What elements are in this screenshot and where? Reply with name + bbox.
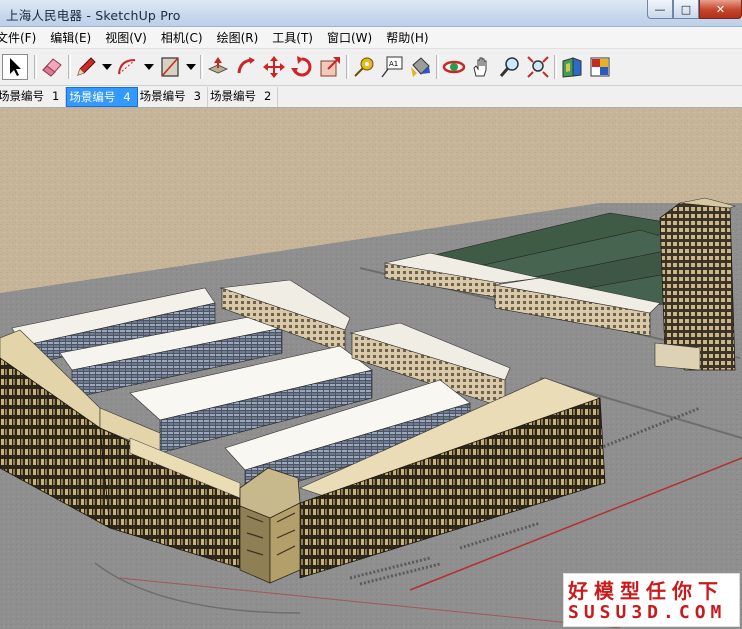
scene-tab-bar: 场景编号 1 场景编号 4 场景编号 3 场景编号 2 — [0, 86, 742, 108]
minimize-icon: — — [654, 2, 666, 16]
pencil-icon — [77, 57, 96, 76]
menu-camera[interactable]: 相机(C) — [154, 28, 210, 48]
scene-tab-number: 4 — [123, 90, 131, 104]
pan-icon — [473, 57, 487, 77]
toolbar-separator — [198, 53, 204, 81]
model-viewport[interactable] — [0, 108, 742, 629]
push-pull-tool-button[interactable] — [204, 52, 232, 82]
scene-tab-label: 场景编号 — [69, 90, 116, 104]
scale-tool-button[interactable] — [316, 52, 344, 82]
zoom-tool-button[interactable] — [496, 52, 524, 82]
corner-atrium — [239, 467, 301, 584]
office-tower — [654, 197, 736, 371]
move-icon — [263, 56, 285, 78]
rectangle-icon — [161, 57, 179, 77]
orbit-tool-button[interactable] — [440, 52, 468, 82]
scene-tab-label: 场景编号 — [209, 89, 256, 103]
orbit-icon — [442, 60, 466, 74]
menu-help[interactable]: 帮助(H) — [379, 28, 435, 48]
menu-bar: 文件(F) 编辑(E) 视图(V) 相机(C) 绘图(R) 工具(T) 窗口(W… — [0, 27, 742, 49]
toolbar-separator — [32, 53, 38, 81]
toolbar-separator — [434, 53, 440, 81]
sketchup-window: 上海人民电器 - SketchUp Pro — □ ✕ 文件(F) 编辑(E) … — [0, 0, 742, 629]
pan-tool-button[interactable] — [468, 52, 496, 82]
watermark-badge: 好模型任你下 SUSU3D.COM — [563, 573, 740, 627]
text-tool-label: A1 — [389, 60, 398, 68]
toolbar-separator — [66, 53, 72, 81]
arc-icon — [118, 59, 136, 75]
menu-draw[interactable]: 绘图(R) — [210, 28, 266, 48]
maximize-icon: □ — [680, 2, 692, 16]
follow-me-tool-button[interactable] — [232, 52, 260, 82]
menu-view[interactable]: 视图(V) — [98, 28, 154, 48]
scene-tab-label: 场景编号 — [0, 89, 44, 103]
scene-tab-2[interactable]: 场景编号 2 — [208, 87, 279, 107]
main-toolbar: A1 — [0, 49, 742, 86]
eraser-icon — [42, 58, 62, 77]
menu-edit[interactable]: 编辑(E) — [43, 28, 98, 48]
menu-window[interactable]: 窗口(W) — [320, 28, 379, 48]
materials-tool-button[interactable] — [586, 52, 614, 82]
scale-icon — [320, 57, 340, 77]
eraser-tool-button[interactable] — [38, 52, 66, 82]
scene-tab-number: 2 — [263, 89, 272, 103]
zoom-extents-icon — [527, 56, 549, 78]
scene-tab-number: 3 — [193, 89, 201, 103]
toolbar-separator — [344, 53, 350, 81]
move-tool-button[interactable] — [260, 52, 288, 82]
window-controls: — □ ✕ — [647, 0, 742, 20]
select-tool-button[interactable] — [2, 54, 28, 80]
watermark-slogan: 好模型任你下 — [568, 579, 724, 603]
maximize-button[interactable]: □ — [673, 0, 699, 19]
chevron-down-icon — [102, 64, 112, 70]
chevron-down-icon — [186, 64, 196, 70]
pencil-tool-button[interactable] — [72, 52, 100, 82]
menu-file[interactable]: 文件(F) — [0, 28, 43, 48]
tape-measure-tool-button[interactable] — [350, 52, 378, 82]
components-icon — [562, 57, 582, 78]
scene-tab-label: 场景编号 — [139, 89, 186, 103]
menu-tools[interactable]: 工具(T) — [265, 28, 320, 48]
zoom-extents-tool-button[interactable] — [524, 52, 552, 82]
scene-tab-3[interactable]: 场景编号 3 — [138, 87, 208, 107]
paint-bucket-tool-button[interactable] — [406, 52, 434, 82]
push-pull-icon — [208, 57, 228, 74]
scene-tab-4[interactable]: 场景编号 4 — [66, 87, 138, 107]
rotate-tool-button[interactable] — [288, 52, 316, 82]
rotate-icon — [291, 56, 312, 77]
rectangle-tool-button[interactable] — [156, 52, 184, 82]
title-bar: 上海人民电器 - SketchUp Pro — □ ✕ — [0, 0, 742, 27]
follow-me-icon — [237, 57, 255, 74]
arc-tool-button[interactable] — [114, 52, 142, 82]
text-label-icon: A1 — [381, 56, 403, 78]
chevron-down-icon — [144, 64, 154, 70]
watermark-url: SUSU3D.COM — [568, 602, 727, 623]
paint-bucket-icon — [411, 57, 430, 77]
close-icon: ✕ — [715, 2, 726, 16]
text-tool-button[interactable]: A1 — [378, 52, 406, 82]
toolbar-separator — [552, 53, 558, 81]
window-title: 上海人民电器 - SketchUp Pro — [6, 8, 181, 23]
close-button[interactable]: ✕ — [699, 0, 742, 19]
scene-tab-number: 1 — [52, 89, 60, 103]
minimize-button[interactable]: — — [647, 0, 673, 19]
arc-dropdown[interactable] — [142, 52, 156, 82]
materials-icon — [590, 57, 610, 77]
scene-tab-1[interactable]: 场景编号 1 — [0, 87, 67, 107]
rectangle-dropdown[interactable] — [184, 52, 198, 82]
pencil-dropdown[interactable] — [100, 52, 114, 82]
tape-measure-icon — [354, 57, 374, 77]
model-scene — [0, 108, 742, 629]
zoom-icon — [499, 57, 519, 77]
components-tool-button[interactable] — [558, 52, 586, 82]
select-arrow-icon — [10, 58, 21, 76]
